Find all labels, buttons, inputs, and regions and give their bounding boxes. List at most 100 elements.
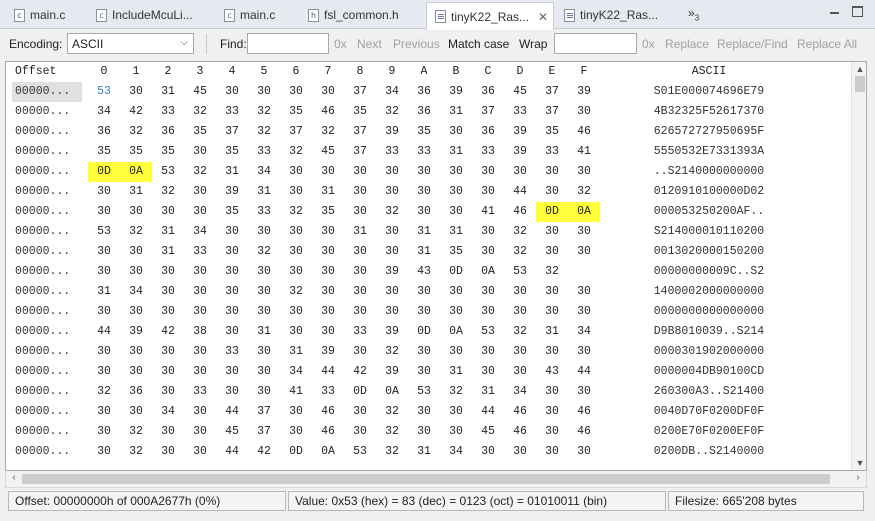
hex-byte[interactable]: 30 [120, 82, 152, 102]
hex-byte[interactable]: 46 [568, 122, 600, 142]
hex-byte[interactable]: 30 [344, 202, 376, 222]
hex-byte[interactable]: 35 [216, 142, 248, 162]
hex-byte[interactable]: 30 [344, 182, 376, 202]
ascii-text[interactable]: 626572727950695F [604, 122, 814, 142]
ascii-text[interactable]: 0013020000150200 [604, 242, 814, 262]
horizontal-scrollbar[interactable]: ‹ › [5, 471, 867, 488]
hex-byte[interactable]: 35 [408, 122, 440, 142]
hex-byte[interactable]: 34 [280, 362, 312, 382]
hex-byte[interactable]: 32 [376, 102, 408, 122]
hex-byte[interactable]: 30 [184, 202, 216, 222]
hex-byte[interactable]: 46 [568, 402, 600, 422]
hex-byte[interactable]: 30 [152, 282, 184, 302]
hex-byte[interactable]: 30 [536, 282, 568, 302]
hex-byte[interactable]: 30 [472, 162, 504, 182]
hex-byte[interactable]: 44 [216, 402, 248, 422]
hex-byte[interactable]: 46 [312, 102, 344, 122]
find-input[interactable] [247, 33, 329, 54]
hex-byte[interactable]: 44 [568, 362, 600, 382]
ascii-text[interactable]: 00000000009C..S2 [604, 262, 814, 282]
hex-byte[interactable]: 32 [440, 382, 472, 402]
hex-byte[interactable]: 30 [184, 262, 216, 282]
hex-byte[interactable]: 0A [568, 202, 600, 222]
replace-input[interactable] [554, 33, 637, 54]
hex-byte[interactable]: 39 [376, 322, 408, 342]
hex-byte[interactable]: 30 [344, 402, 376, 422]
hex-byte[interactable]: 30 [216, 322, 248, 342]
hex-byte[interactable]: 31 [440, 102, 472, 122]
hex-byte[interactable]: 37 [344, 82, 376, 102]
row-offset[interactable]: 00000... [12, 342, 82, 362]
tab-main-c-1[interactable]: c main.c [6, 2, 88, 28]
hex-byte[interactable]: 35 [312, 202, 344, 222]
hex-byte[interactable]: 30 [568, 222, 600, 242]
hex-byte[interactable]: 31 [88, 282, 120, 302]
hex-byte[interactable]: 30 [248, 382, 280, 402]
hex-byte[interactable]: 34 [440, 442, 472, 462]
hex-byte[interactable]: 46 [504, 422, 536, 442]
hex-byte[interactable]: 30 [472, 442, 504, 462]
hex-byte[interactable]: 45 [504, 82, 536, 102]
hex-byte[interactable]: 30 [312, 302, 344, 322]
hex-byte[interactable]: 30 [536, 442, 568, 462]
hex-byte[interactable]: 30 [120, 402, 152, 422]
hex-byte[interactable]: 32 [504, 242, 536, 262]
row-offset[interactable]: 00000... [12, 182, 82, 202]
hex-byte[interactable]: 44 [504, 182, 536, 202]
hex-byte[interactable]: 30 [216, 222, 248, 242]
hex-byte[interactable]: 31 [152, 242, 184, 262]
hex-byte[interactable]: 30 [280, 262, 312, 282]
hex-byte[interactable]: 39 [504, 122, 536, 142]
hex-byte[interactable]: 35 [216, 202, 248, 222]
tab-includemculib[interactable]: c IncludeMcuLi... [88, 2, 216, 28]
tab-overflow-button[interactable]: »3 [688, 6, 699, 22]
hex-byte[interactable]: 31 [248, 182, 280, 202]
scroll-down-icon[interactable]: ▼ [852, 456, 866, 470]
hex-byte[interactable]: 46 [312, 422, 344, 442]
hex-byte[interactable]: 39 [376, 362, 408, 382]
hex-byte[interactable]: 33 [408, 142, 440, 162]
hex-byte[interactable]: 30 [408, 282, 440, 302]
hex-byte[interactable]: 36 [88, 122, 120, 142]
hex-byte[interactable]: 30 [184, 442, 216, 462]
hex-byte[interactable]: 30 [408, 422, 440, 442]
row-offset[interactable]: 00000... [12, 402, 82, 422]
encoding-select[interactable]: ASCII ⌵ [67, 33, 194, 54]
hex-byte[interactable]: 33 [152, 102, 184, 122]
hex-byte[interactable]: 46 [312, 402, 344, 422]
row-offset[interactable]: 00000... [12, 382, 82, 402]
tab-tinyk22-2[interactable]: tinyK22_Ras... [556, 2, 676, 28]
hex-byte[interactable]: 30 [216, 282, 248, 302]
hex-byte[interactable]: 35 [152, 142, 184, 162]
hex-byte[interactable]: 32 [312, 122, 344, 142]
hex-byte[interactable]: 53 [152, 162, 184, 182]
hex-byte[interactable]: 32 [184, 162, 216, 182]
hex-byte[interactable]: 37 [472, 102, 504, 122]
hex-byte[interactable]: 30 [152, 442, 184, 462]
hex-byte[interactable]: 30 [216, 262, 248, 282]
hex-byte[interactable]: 31 [152, 82, 184, 102]
hex-byte[interactable]: 0A [472, 262, 504, 282]
hex-byte[interactable]: 32 [120, 122, 152, 142]
hex-byte[interactable]: 37 [280, 122, 312, 142]
close-icon[interactable]: ✕ [538, 10, 548, 24]
hex-byte[interactable]: 34 [376, 82, 408, 102]
hex-byte[interactable]: 30 [536, 242, 568, 262]
hex-byte[interactable]: 53 [504, 262, 536, 282]
hex-byte[interactable]: 32 [280, 282, 312, 302]
hex-byte[interactable]: 30 [408, 162, 440, 182]
hex-byte[interactable]: 30 [408, 302, 440, 322]
hex-byte[interactable]: 32 [120, 422, 152, 442]
hex-byte[interactable]: 30 [440, 342, 472, 362]
hex-byte[interactable]: 44 [88, 322, 120, 342]
hex-byte[interactable]: 30 [568, 442, 600, 462]
hex-byte[interactable]: 30 [536, 402, 568, 422]
hex-byte[interactable]: 39 [120, 322, 152, 342]
hex-byte[interactable]: 0D [280, 442, 312, 462]
hex-byte[interactable]: 34 [120, 282, 152, 302]
row-offset[interactable]: 00000... [12, 122, 82, 142]
hex-byte[interactable]: 39 [216, 182, 248, 202]
ascii-text[interactable]: S01E000074696E79 [604, 82, 814, 102]
hex-byte[interactable]: 30 [440, 302, 472, 322]
hex-byte[interactable]: 53 [88, 82, 120, 102]
